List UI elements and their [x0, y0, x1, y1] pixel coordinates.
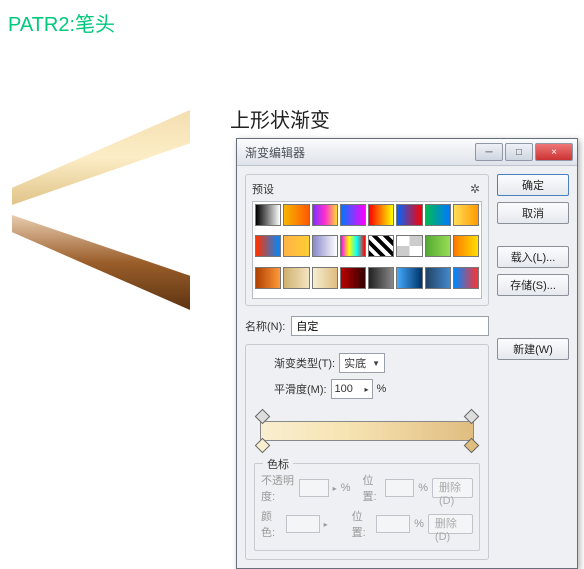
wedge-top	[12, 110, 190, 205]
cancel-button[interactable]: 取消	[497, 202, 569, 224]
color-stop-right[interactable]	[464, 438, 480, 454]
smoothness-label: 平滑度(M):	[274, 381, 327, 397]
gradient-type-label: 渐变类型(T):	[274, 355, 335, 371]
dialog-title: 渐变编辑器	[245, 144, 475, 161]
preset-swatch[interactable]	[453, 267, 479, 289]
preset-swatch[interactable]	[453, 204, 479, 226]
preset-swatch[interactable]	[283, 235, 309, 257]
save-button[interactable]: 存储(S)...	[497, 274, 569, 296]
preset-swatch[interactable]	[283, 204, 309, 226]
opacity-stop-right[interactable]	[464, 409, 480, 425]
opacity-position-input[interactable]	[385, 479, 415, 497]
stops-legend: 色标	[263, 456, 293, 472]
right-column: 确定 取消 载入(L)... 存储(S)... 新建(W)	[497, 174, 569, 560]
ok-button[interactable]: 确定	[497, 174, 569, 196]
color-stop-left[interactable]	[255, 438, 271, 454]
opacity-input[interactable]	[299, 479, 329, 497]
gradient-bar-wrap	[254, 405, 480, 457]
preset-swatch[interactable]	[396, 235, 422, 257]
left-column: 预设 ✲ 名称(N): 渐变类型(T): 实底 ▼ 平滑度(M)	[245, 174, 489, 560]
percent-2: %	[418, 482, 428, 494]
gradient-options: 渐变类型(T): 实底 ▼ 平滑度(M): 100 ▸ %	[245, 344, 489, 560]
page-title: PATR2:笔头	[0, 0, 584, 37]
wedge-bottom	[12, 215, 190, 310]
presets-panel: 预设 ✲	[245, 174, 489, 306]
gradient-type-select[interactable]: 实底 ▼	[339, 353, 385, 373]
position-label-1: 位置:	[362, 472, 380, 504]
percent-1: %	[341, 482, 351, 494]
smoothness-input[interactable]: 100 ▸	[331, 379, 373, 399]
preset-swatch[interactable]	[340, 235, 366, 257]
preset-swatch[interactable]	[425, 204, 451, 226]
preset-swatch[interactable]	[255, 204, 281, 226]
color-position-input[interactable]	[376, 515, 410, 533]
opacity-label: 不透明度:	[261, 472, 295, 504]
maximize-button[interactable]: □	[505, 143, 533, 161]
preset-swatch[interactable]	[368, 204, 394, 226]
preset-swatch[interactable]	[368, 235, 394, 257]
new-button[interactable]: 新建(W)	[497, 338, 569, 360]
load-button[interactable]: 载入(L)...	[497, 246, 569, 268]
minimize-button[interactable]: ─	[475, 143, 503, 161]
chevron-down-icon: ▼	[372, 359, 380, 368]
gradient-bar[interactable]	[260, 421, 474, 441]
shape-preview	[8, 100, 198, 320]
close-button[interactable]: ×	[535, 143, 573, 161]
gradient-type-value: 实底	[344, 355, 366, 371]
preset-swatch[interactable]	[312, 235, 338, 257]
name-row: 名称(N):	[245, 316, 489, 336]
color-label: 颜色:	[261, 508, 282, 540]
preset-swatch[interactable]	[312, 204, 338, 226]
section-label: 上形状渐变	[230, 104, 330, 133]
presets-label: 预设	[252, 181, 468, 197]
percent-label: %	[377, 383, 387, 395]
dialog-body: 预设 ✲ 名称(N): 渐变类型(T): 实底 ▼ 平滑度(M)	[237, 166, 577, 568]
preset-swatch[interactable]	[340, 267, 366, 289]
titlebar[interactable]: 渐变编辑器 ─ □ ×	[237, 139, 577, 166]
opacity-stop-left[interactable]	[255, 409, 271, 425]
gradient-editor-dialog: 渐变编辑器 ─ □ × 预设 ✲ 名称(N): 渐变类型(T):	[236, 138, 578, 569]
preset-swatch[interactable]	[425, 267, 451, 289]
smoothness-value: 100	[335, 383, 353, 395]
gear-icon[interactable]: ✲	[468, 182, 482, 196]
preset-swatch-grid[interactable]	[252, 201, 482, 299]
preset-swatch[interactable]	[283, 267, 309, 289]
preset-swatch[interactable]	[312, 267, 338, 289]
preset-swatch[interactable]	[255, 267, 281, 289]
spinner-arrow-icon[interactable]: ▸	[365, 385, 369, 394]
name-label: 名称(N):	[245, 318, 285, 334]
preset-swatch[interactable]	[396, 267, 422, 289]
preset-swatch[interactable]	[340, 204, 366, 226]
delete-color-stop-button[interactable]: 删除(D)	[428, 514, 473, 534]
preset-swatch[interactable]	[453, 235, 479, 257]
preset-swatch[interactable]	[255, 235, 281, 257]
preset-swatch[interactable]	[425, 235, 451, 257]
stops-fieldset: 色标 不透明度: ▸ % 位置: % 删除(D) 颜色: ▸ 位置:	[254, 463, 480, 551]
color-input[interactable]	[286, 515, 320, 533]
preset-swatch[interactable]	[368, 267, 394, 289]
window-controls: ─ □ ×	[475, 143, 573, 161]
preset-swatch[interactable]	[396, 204, 422, 226]
percent-3: %	[414, 518, 424, 530]
delete-opacity-stop-button[interactable]: 删除(D)	[432, 478, 473, 498]
position-label-2: 位置:	[352, 508, 373, 540]
name-input[interactable]	[291, 316, 489, 336]
